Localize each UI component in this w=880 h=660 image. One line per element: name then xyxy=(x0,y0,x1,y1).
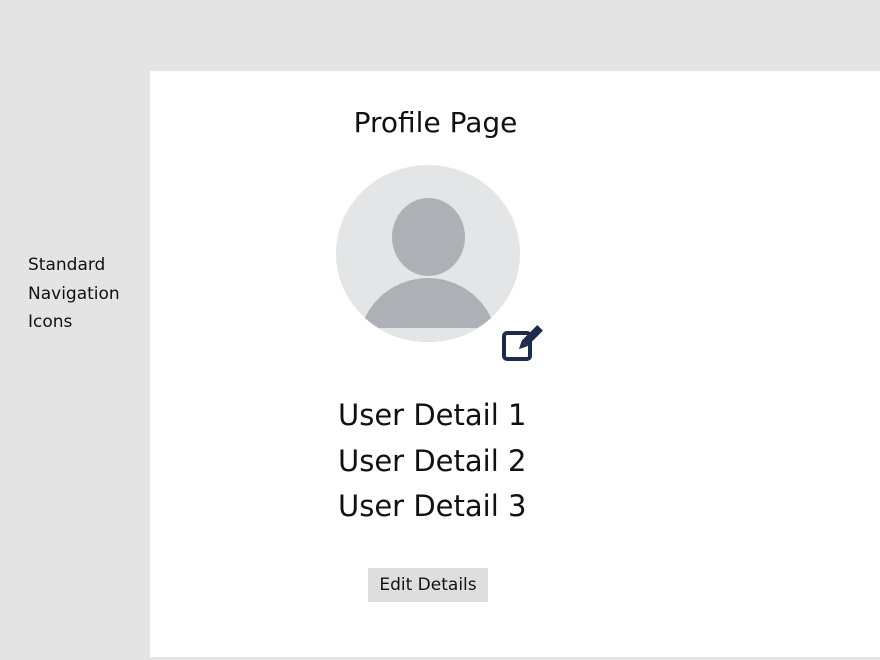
avatar xyxy=(336,165,520,342)
edit-avatar-icon[interactable] xyxy=(500,324,544,364)
edit-details-button[interactable]: Edit Details xyxy=(368,568,488,602)
sidebar: Standard Navigation Icons xyxy=(0,0,150,660)
page-title: Profile Page xyxy=(353,106,518,139)
avatar-head xyxy=(392,198,465,276)
user-detail-2: User Detail 2 xyxy=(338,443,527,478)
user-details: User Detail 1 User Detail 2 User Detail … xyxy=(338,393,526,530)
profile-panel: Profile Page User Detail 1 User Detail 2… xyxy=(150,71,880,657)
top-bar xyxy=(150,0,880,71)
user-detail-3: User Detail 3 xyxy=(338,489,527,523)
avatar-base xyxy=(336,328,520,342)
navigation-icons-placeholder: Standard Navigation Icons xyxy=(28,255,120,332)
user-detail-1: User Detail 1 xyxy=(338,398,527,432)
